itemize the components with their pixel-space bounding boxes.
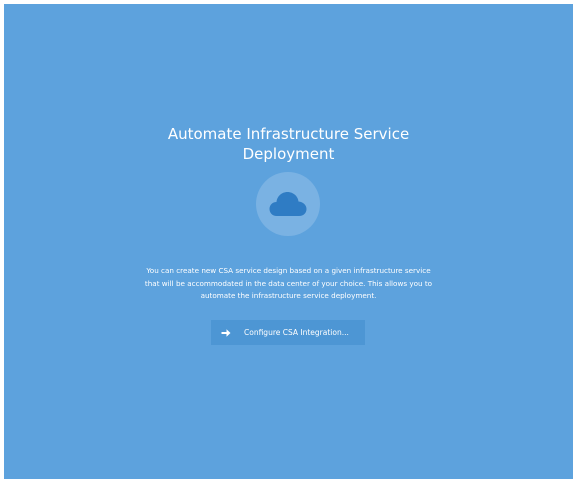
configure-button-label: Configure CSA Integration... — [244, 328, 349, 337]
description-line-1: You can create new CSA service design ba… — [146, 266, 431, 275]
automation-panel: Automate Infrastructure Service Deployme… — [4, 4, 573, 479]
title-line-1: Automate Infrastructure Service — [167, 125, 410, 143]
cloud-icon — [269, 192, 307, 216]
page-title: Automate Infrastructure Service Deployme… — [4, 124, 573, 164]
cloud-badge — [256, 172, 320, 236]
configure-csa-integration-button[interactable]: Configure CSA Integration... — [211, 320, 365, 345]
description-line-3: automate the infrastructure service depl… — [200, 291, 377, 300]
arrow-right-icon — [211, 320, 240, 345]
title-line-2: Deployment — [242, 145, 335, 163]
description-line-2: that will be accommodated in the data ce… — [144, 278, 433, 288]
description-text: You can create new CSA service design ba… — [4, 265, 573, 303]
